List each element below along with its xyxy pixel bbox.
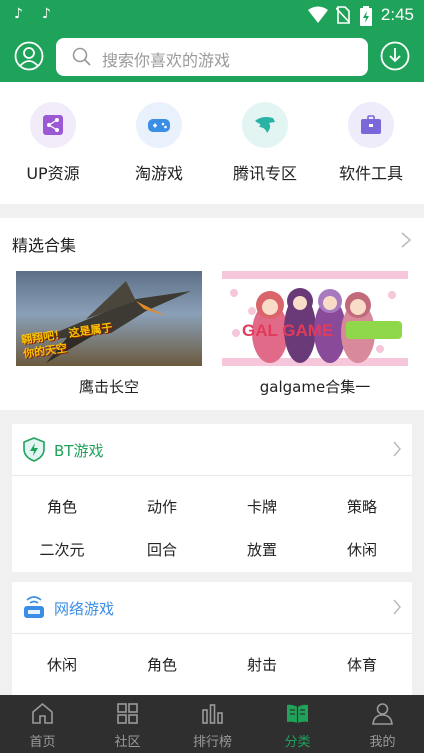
wifi-icon bbox=[308, 6, 328, 23]
user-avatar-icon[interactable] bbox=[14, 41, 44, 71]
ranking-icon bbox=[202, 704, 223, 724]
home-icon bbox=[32, 702, 53, 724]
tiktok-icon: ♪ bbox=[42, 6, 51, 22]
genre-title: BT游戏 bbox=[54, 442, 104, 460]
quick-link-up-resources[interactable]: UP资源 bbox=[0, 102, 106, 184]
quick-link-find-games[interactable]: 淘游戏 bbox=[106, 102, 212, 184]
profile-icon bbox=[372, 703, 393, 725]
search-input[interactable]: 搜索你喜欢的游戏 bbox=[56, 38, 368, 76]
nav-ranking[interactable]: 排行榜 bbox=[170, 695, 255, 753]
genre-tag[interactable]: 角色 bbox=[12, 496, 112, 517]
nav-home[interactable]: 首页 bbox=[0, 695, 85, 753]
curated-collections: 精选合集 翱翔吧！ 这是属于你的天空 鹰击长空 GAL GAME galgame… bbox=[0, 218, 424, 410]
quick-links: UP资源 淘游戏 腾讯专区 软件工具 bbox=[0, 82, 424, 204]
collection-cover-image: GAL GAME bbox=[222, 271, 408, 366]
genre-tag[interactable]: 二次元 bbox=[12, 539, 112, 560]
genre-title: 网络游戏 bbox=[54, 600, 115, 618]
nav-label: 社区 bbox=[114, 735, 141, 750]
genre-section-bt-games: BT游戏 角色 动作 卡牌 策略 二次元 回合 放置 休闲 bbox=[12, 424, 412, 572]
gamepad-icon bbox=[136, 102, 182, 148]
quick-link-label: 软件工具 bbox=[338, 164, 403, 183]
collection-caption: 鹰击长空 bbox=[78, 378, 139, 396]
nav-profile[interactable]: 我的 bbox=[340, 695, 424, 753]
clock: 2:45 bbox=[380, 5, 414, 24]
battery-charging-icon bbox=[360, 6, 372, 26]
collection-cover-image: 翱翔吧！ 这是属于你的天空 bbox=[16, 271, 202, 366]
quick-link-label: UP资源 bbox=[26, 164, 80, 183]
section-title: 精选合集 bbox=[12, 236, 77, 255]
search-placeholder: 搜索你喜欢的游戏 bbox=[102, 51, 231, 70]
no-sim-icon bbox=[336, 6, 350, 24]
collection-caption: galgame合集一 bbox=[259, 378, 371, 396]
nav-category[interactable]: 分类 bbox=[255, 695, 340, 753]
tiktok-icon: ♪ bbox=[14, 6, 23, 22]
genre-header[interactable]: 网络游戏 bbox=[12, 582, 412, 634]
nav-label: 排行榜 bbox=[192, 735, 232, 750]
top-bar: 搜索你喜欢的游戏 bbox=[0, 30, 424, 82]
chevron-right-icon[interactable] bbox=[400, 231, 412, 249]
nav-community[interactable]: 社区 bbox=[85, 695, 170, 753]
chevron-right-icon bbox=[393, 599, 401, 615]
genre-tag[interactable]: 休闲 bbox=[312, 539, 412, 560]
genre-tag[interactable]: 放置 bbox=[212, 539, 312, 560]
quick-link-label: 淘游戏 bbox=[134, 164, 183, 183]
genre-header[interactable]: BT游戏 bbox=[12, 424, 412, 476]
collection-card-galgame[interactable]: GAL GAME galgame合集一 bbox=[222, 271, 408, 397]
collection-card-sky-hawk[interactable]: 翱翔吧！ 这是属于你的天空 鹰击长空 bbox=[16, 271, 202, 397]
toolbox-icon bbox=[348, 102, 394, 148]
bt-shield-icon bbox=[23, 437, 45, 462]
chevron-right-icon bbox=[393, 441, 401, 457]
bottom-navigation: 首页 社区 排行榜 分类 我的 bbox=[0, 695, 424, 753]
quick-link-software-tools[interactable]: 软件工具 bbox=[318, 102, 424, 184]
genre-tag[interactable]: 动作 bbox=[112, 496, 212, 517]
genre-tag[interactable]: 角色 bbox=[112, 654, 212, 675]
anime-girls-image bbox=[222, 271, 408, 366]
cover-text: GAL GAME bbox=[242, 321, 334, 340]
status-bar: ♪ ♪ 2:45 bbox=[0, 0, 424, 30]
genre-tag[interactable]: 射击 bbox=[212, 654, 312, 675]
search-icon bbox=[72, 47, 91, 66]
community-icon bbox=[117, 703, 138, 724]
nav-label: 分类 bbox=[284, 735, 311, 750]
genre-tag[interactable]: 策略 bbox=[312, 496, 412, 517]
genre-tag[interactable]: 回合 bbox=[112, 539, 212, 560]
nav-label: 我的 bbox=[369, 735, 396, 750]
nav-label: 首页 bbox=[29, 735, 56, 750]
tencent-icon bbox=[242, 102, 288, 148]
quick-link-tencent-zone[interactable]: 腾讯专区 bbox=[212, 102, 318, 184]
genre-tag[interactable]: 体育 bbox=[312, 654, 412, 675]
network-icon bbox=[24, 596, 44, 618]
quick-link-label: 腾讯专区 bbox=[232, 164, 297, 183]
genre-tag[interactable]: 卡牌 bbox=[212, 496, 312, 517]
genre-section-network-games: 网络游戏 休闲 角色 射击 体育 bbox=[12, 582, 412, 695]
category-icon bbox=[287, 704, 308, 723]
download-icon[interactable] bbox=[380, 41, 410, 71]
share-icon bbox=[30, 102, 76, 148]
genre-tag[interactable]: 休闲 bbox=[12, 654, 112, 675]
